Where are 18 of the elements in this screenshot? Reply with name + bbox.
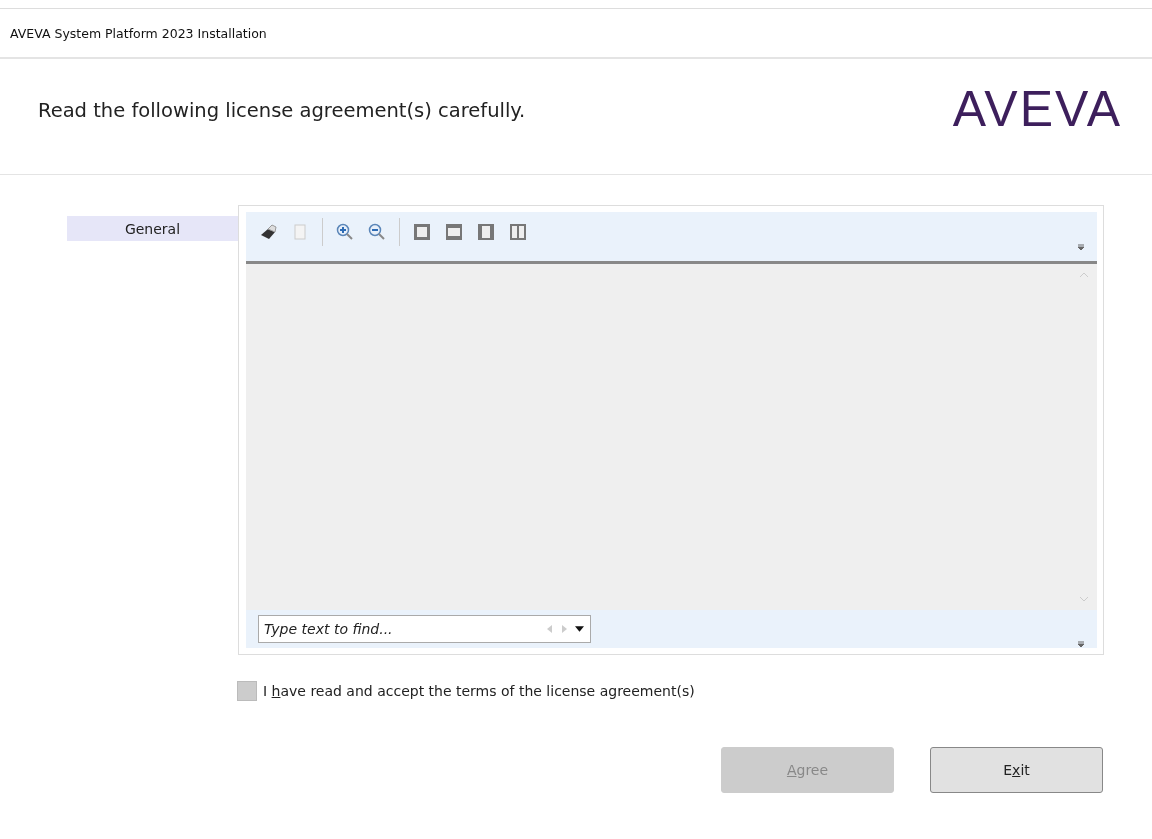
accept-label[interactable]: I have read and accept the terms of the license agreement(s): [263, 683, 695, 699]
overflow-icon[interactable]: [1077, 243, 1085, 251]
checkbox[interactable]: [237, 681, 257, 701]
two-page-icon[interactable]: [508, 221, 528, 242]
zoom-out-icon[interactable]: [367, 221, 387, 242]
exit-button[interactable]: Exit: [930, 747, 1103, 793]
find-field[interactable]: Type text to find...: [259, 620, 539, 638]
sidebar-item[interactable]: General: [67, 216, 238, 241]
logo: AVEVA: [952, 79, 1122, 138]
page-heading: Read the following license agreement(s) carefully.: [38, 99, 526, 122]
zoom-in-icon[interactable]: [335, 221, 355, 242]
window-title: AVEVA System Platform 2023 Installation: [10, 25, 267, 41]
fit-page-icon[interactable]: [412, 221, 432, 242]
fit-width-icon[interactable]: [444, 221, 464, 242]
single-page-icon[interactable]: [476, 221, 496, 242]
dropdown-icon[interactable]: [575, 626, 584, 632]
find-box[interactable]: Type text to find...: [258, 615, 591, 643]
overflow-icon[interactable]: [1077, 640, 1085, 648]
